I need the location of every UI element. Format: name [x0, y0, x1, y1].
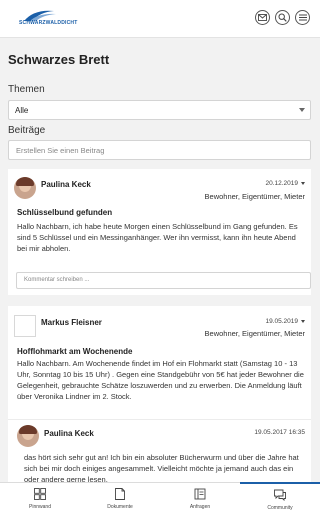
nav-label: Pinnwand [29, 504, 51, 510]
nav-item-pinnwand[interactable]: Pinnwand [0, 483, 80, 512]
bottom-nav: Pinnwand Dokumente Anfragen Community [0, 482, 320, 512]
menu-button[interactable] [295, 10, 310, 25]
top-bar: SCHWARZWALDDICHT [0, 0, 320, 38]
avatar[interactable] [14, 315, 36, 337]
themes-select-value: Alle [15, 106, 29, 115]
nav-label: Community [267, 505, 293, 511]
nav-item-dokumente[interactable]: Dokumente [80, 483, 160, 512]
chevron-down-icon [301, 319, 305, 323]
post-date[interactable]: 20.12.2019 [265, 180, 305, 187]
book-icon [194, 488, 206, 500]
create-post-input[interactable]: Erstellen Sie einen Beitrag [8, 140, 311, 160]
nav-label: Anfragen [189, 504, 211, 510]
mail-button[interactable] [255, 10, 270, 25]
chevron-down-icon [299, 108, 305, 112]
comment-author[interactable]: Paulina Keck [44, 429, 94, 438]
post-body: Hallo Nachbarn. Am Wochenende findet im … [17, 359, 304, 401]
themes-label: Themen [8, 84, 45, 95]
themes-select[interactable]: Alle [8, 100, 311, 120]
page-title: Schwarzes Brett [8, 52, 110, 67]
post-title: Hofflohmarkt am Wochenende [17, 347, 133, 356]
main-content[interactable]: Schwarzes Brett Themen Alle Beiträge Ers… [0, 38, 320, 482]
post-title: Schlüsselbund gefunden [17, 208, 113, 217]
post-audience: Bewohner, Eigentümer, Mieter [204, 329, 305, 338]
chat-icon [274, 489, 286, 501]
search-button[interactable] [275, 10, 290, 25]
avatar[interactable] [17, 425, 39, 447]
nav-item-community[interactable]: Community [240, 482, 320, 512]
post-date-text: 19.05.2019 [265, 318, 298, 325]
comment-date: 19.05.2017 16:35 [254, 429, 305, 436]
posts-label: Beiträge [8, 125, 46, 136]
document-icon [115, 488, 125, 500]
post-date-text: 20.12.2019 [265, 180, 298, 187]
comment-body: das hört sich sehr gut an! Ich bin ein a… [24, 453, 299, 482]
post-card: Markus Fleisner 19.05.2019 Bewohner, Eig… [8, 306, 311, 482]
logo-text: SCHWARZWALDDICHT [19, 20, 78, 26]
comment-input[interactable]: Kommentar schreiben ... [16, 272, 311, 289]
post-card: Paulina Keck 20.12.2019 Bewohner, Eigent… [8, 169, 311, 295]
menu-icon [298, 14, 307, 21]
mail-icon [258, 14, 267, 21]
avatar[interactable] [14, 177, 36, 199]
search-icon [278, 13, 287, 22]
post-date[interactable]: 19.05.2019 [265, 318, 305, 325]
post-body: Hallo Nachbarn, ich habe heute Morgen ei… [17, 222, 298, 253]
app-logo[interactable]: SCHWARZWALDDICHT [16, 8, 77, 30]
chevron-down-icon [301, 181, 305, 185]
comment: Paulina Keck 19.05.2017 16:35 das hört s… [8, 419, 311, 482]
grid-icon [34, 488, 46, 500]
nav-label: Dokumente [107, 504, 133, 510]
post-author[interactable]: Markus Fleisner [41, 318, 102, 327]
nav-item-anfragen[interactable]: Anfragen [160, 483, 240, 512]
post-audience: Bewohner, Eigentümer, Mieter [204, 192, 305, 201]
post-author[interactable]: Paulina Keck [41, 180, 91, 189]
